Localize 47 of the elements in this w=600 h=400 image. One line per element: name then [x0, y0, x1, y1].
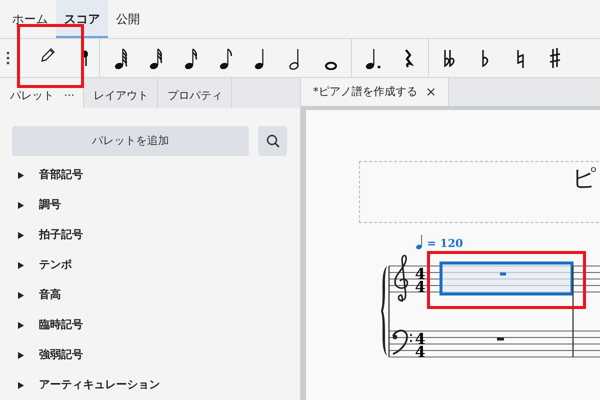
score-title: ピ: [572, 163, 597, 194]
highlight-frame: [17, 24, 84, 88]
brace-icon: [381, 266, 387, 356]
time-signature-number: 4: [415, 343, 426, 361]
bass-clef-icon: [392, 330, 412, 355]
grip-icon[interactable]: [6, 50, 10, 66]
expand-arrow-icon: [18, 262, 24, 268]
expand-arrow-icon: [18, 232, 24, 238]
add-palette-button[interactable]: パレットを追加: [12, 126, 249, 156]
palette-item[interactable]: 調号: [0, 190, 300, 220]
close-button[interactable]: ×: [426, 86, 436, 98]
panel-tab[interactable]: パレット: [10, 88, 54, 105]
palette-item[interactable]: 音高: [0, 280, 300, 310]
time-signature-number: 4: [415, 278, 426, 296]
tempo-marking: = 120: [427, 237, 464, 250]
more-button[interactable]: ···: [64, 88, 74, 105]
menu-tab[interactable]: スコア: [56, 0, 108, 38]
dotted-note-icon[interactable]: [364, 46, 382, 70]
panel-tab[interactable]: レイアウト: [84, 78, 158, 108]
document-tab[interactable]: *ピアノ譜を作成する ×: [301, 78, 450, 106]
expand-arrow-icon: [18, 172, 24, 178]
whole-rest-icon: [497, 338, 504, 340]
expand-arrow-icon: [18, 322, 24, 328]
panel-tab[interactable]: プロパティ: [158, 78, 232, 108]
menu-tab[interactable]: ホーム: [4, 0, 56, 38]
search-button[interactable]: [258, 126, 287, 156]
whole-rest-icon: [500, 272, 506, 276]
eighth-note-icon[interactable]: [218, 46, 234, 70]
menu-tab[interactable]: 公開: [108, 0, 148, 38]
document-title: *ピアノ譜を作成する: [313, 84, 418, 100]
sixteenth-note-icon[interactable]: [182, 46, 198, 70]
quarter-note-icon: [416, 234, 422, 250]
expand-arrow-icon: [18, 292, 24, 298]
palette-item[interactable]: テンポ: [0, 250, 300, 280]
expand-arrow-icon: [18, 382, 24, 388]
palette-item[interactable]: 強弱記号: [0, 340, 300, 370]
palette-item[interactable]: 臨時記号: [0, 310, 300, 340]
treble-clef-icon: [394, 254, 408, 302]
expand-arrow-icon: [18, 202, 24, 208]
palette-item[interactable]: 拍子記号: [0, 220, 300, 250]
palette-item[interactable]: アーティキュレーション: [0, 370, 300, 400]
thirty-second-note-icon[interactable]: [148, 46, 164, 70]
search-icon: [266, 134, 280, 148]
sharp-icon[interactable]: [548, 46, 560, 70]
palette-item[interactable]: 音部記号: [0, 160, 300, 190]
sixty-fourth-note-icon[interactable]: [112, 46, 128, 70]
expand-arrow-icon: [18, 352, 24, 358]
